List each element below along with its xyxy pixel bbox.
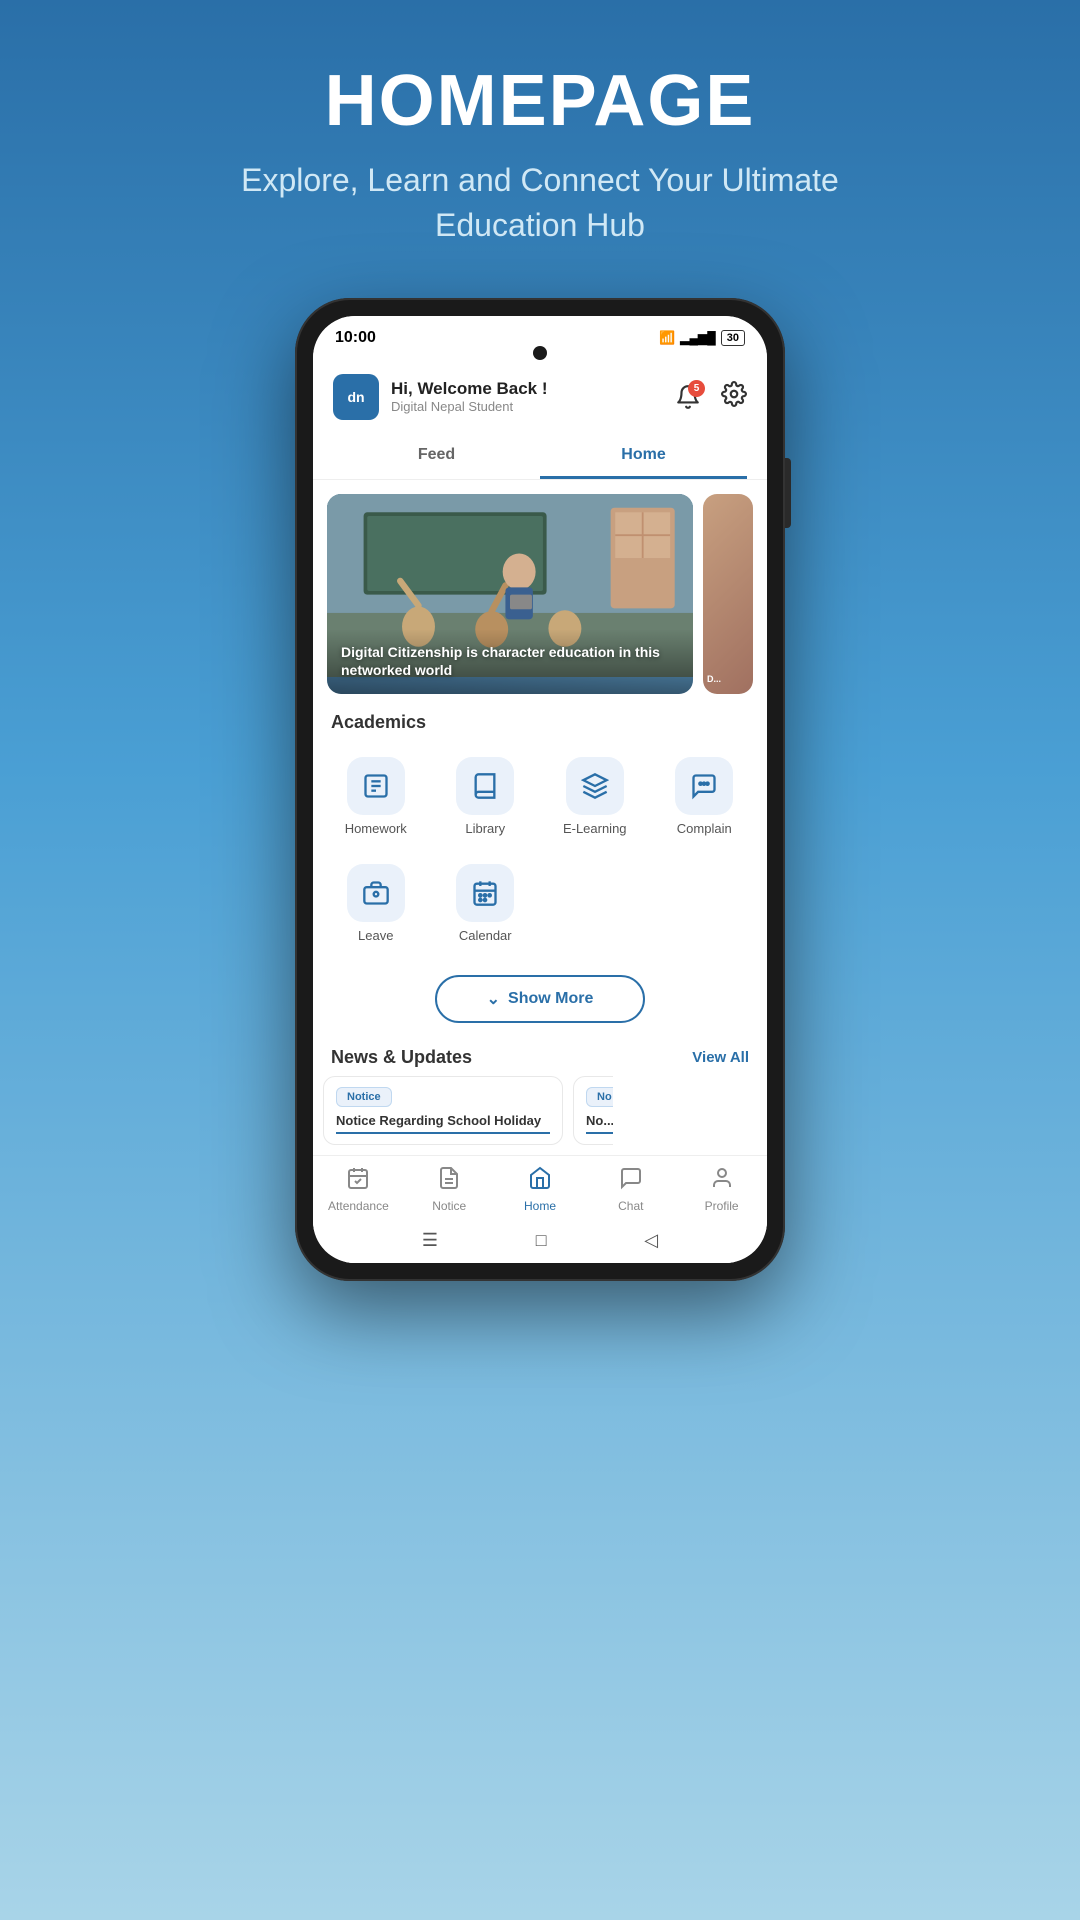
complain-label: Complain	[677, 821, 732, 836]
nav-notice-label: Notice	[432, 1199, 466, 1213]
username-text: Digital Nepal Student	[391, 399, 548, 414]
news-section: News & Updates View All Notice Notice Re…	[313, 1033, 767, 1155]
tab-home[interactable]: Home	[540, 434, 747, 479]
header-icons: 5	[669, 378, 747, 416]
status-icons: 📶 ▂▄▆█ 30	[659, 330, 745, 346]
chat-icon	[619, 1166, 643, 1196]
news-header: News & Updates View All	[313, 1033, 767, 1076]
news-tag-1: Notice	[336, 1087, 392, 1107]
chevron-down-icon: ⌄	[487, 989, 500, 1009]
settings-icon[interactable]	[721, 381, 747, 412]
profile-icon	[710, 1166, 734, 1196]
calendar-item[interactable]: Calendar	[431, 854, 541, 953]
tabs: Feed Home	[313, 434, 767, 480]
nav-chat[interactable]: Chat	[585, 1166, 676, 1213]
nav-home-label: Home	[524, 1199, 556, 1213]
banner-partial: D...	[703, 494, 753, 694]
academics-title: Academics	[313, 694, 767, 743]
show-more-label: Show More	[508, 990, 593, 1008]
news-card-partial: No No...	[573, 1076, 613, 1145]
calendar-icon	[456, 864, 514, 922]
nav-notice[interactable]: Notice	[404, 1166, 495, 1213]
page-title: HOMEPAGE	[240, 60, 840, 142]
page-header: HOMEPAGE Explore, Learn and Connect Your…	[240, 60, 840, 248]
academics-section: Academics Homework	[313, 694, 767, 1033]
camera-notch	[533, 346, 547, 360]
phone-frame: 10:00 📶 ▂▄▆█ 30 dn Hi, Welcome Back ! Di…	[295, 298, 785, 1281]
nav-attendance[interactable]: Attendance	[313, 1166, 404, 1213]
academics-row-2: Leave Calendar	[313, 850, 767, 957]
home-icon	[528, 1166, 552, 1196]
battery-icon: 30	[721, 330, 745, 346]
banner-card: Digital Citizenship is character educati…	[327, 494, 693, 694]
notice-icon	[437, 1166, 461, 1196]
leave-icon	[347, 864, 405, 922]
elearning-icon	[566, 757, 624, 815]
nav-profile-label: Profile	[705, 1199, 739, 1213]
header-left: dn Hi, Welcome Back ! Digital Nepal Stud…	[333, 374, 548, 420]
status-time: 10:00	[335, 329, 376, 347]
app-content: dn Hi, Welcome Back ! Digital Nepal Stud…	[313, 360, 767, 1263]
homework-item[interactable]: Homework	[321, 747, 431, 846]
news-card-title-1: Notice Regarding School Holiday	[336, 1113, 550, 1134]
news-card-2: No No...	[573, 1076, 613, 1145]
page-subtitle: Explore, Learn and Connect Your Ultimate…	[240, 158, 840, 248]
complain-icon	[675, 757, 733, 815]
view-all-button[interactable]: View All	[692, 1049, 749, 1066]
elearning-item[interactable]: E-Learning	[540, 747, 650, 846]
elearning-label: E-Learning	[563, 821, 627, 836]
header-text: Hi, Welcome Back ! Digital Nepal Student	[391, 379, 548, 414]
complain-item[interactable]: Complain	[650, 747, 760, 846]
news-row: Notice Notice Regarding School Holiday N…	[313, 1076, 767, 1155]
nav-home[interactable]: Home	[495, 1166, 586, 1213]
menu-nav-btn[interactable]: ☰	[422, 1230, 438, 1251]
tab-feed[interactable]: Feed	[333, 434, 540, 479]
app-logo: dn	[333, 374, 379, 420]
nav-profile[interactable]: Profile	[676, 1166, 767, 1213]
library-item[interactable]: Library	[431, 747, 541, 846]
notification-badge: 5	[688, 380, 705, 397]
news-title: News & Updates	[331, 1047, 472, 1068]
calendar-label: Calendar	[459, 928, 512, 943]
homework-icon	[347, 757, 405, 815]
news-card-title-2: No...	[586, 1113, 613, 1134]
notification-bell[interactable]: 5	[669, 378, 707, 416]
show-more-wrap: ⌄ Show More	[313, 957, 767, 1033]
app-header: dn Hi, Welcome Back ! Digital Nepal Stud…	[313, 360, 767, 434]
library-icon	[456, 757, 514, 815]
android-nav: ☰ □ ◁	[313, 1219, 767, 1263]
news-card-1[interactable]: Notice Notice Regarding School Holiday	[323, 1076, 563, 1145]
back-nav-btn[interactable]: ◁	[644, 1230, 658, 1251]
banner-section: Digital Citizenship is character educati…	[313, 480, 767, 694]
leave-label: Leave	[358, 928, 393, 943]
homework-label: Homework	[345, 821, 407, 836]
attendance-icon	[346, 1166, 370, 1196]
nav-chat-label: Chat	[618, 1199, 643, 1213]
wifi-icon: 📶	[659, 330, 675, 346]
show-more-button[interactable]: ⌄ Show More	[435, 975, 646, 1023]
banner-caption: Digital Citizenship is character educati…	[327, 629, 693, 693]
nav-attendance-label: Attendance	[328, 1199, 389, 1213]
phone-screen: 10:00 📶 ▂▄▆█ 30 dn Hi, Welcome Back ! Di…	[313, 316, 767, 1263]
welcome-text: Hi, Welcome Back !	[391, 379, 548, 399]
leave-item[interactable]: Leave	[321, 854, 431, 953]
academics-row-1: Homework Library	[313, 743, 767, 850]
library-label: Library	[465, 821, 505, 836]
bottom-nav: Attendance Notice	[313, 1155, 767, 1219]
home-nav-btn[interactable]: □	[536, 1230, 547, 1251]
news-tag-2: No	[586, 1087, 613, 1107]
signal-bars: ▂▄▆█	[680, 331, 715, 345]
side-button	[785, 458, 791, 528]
